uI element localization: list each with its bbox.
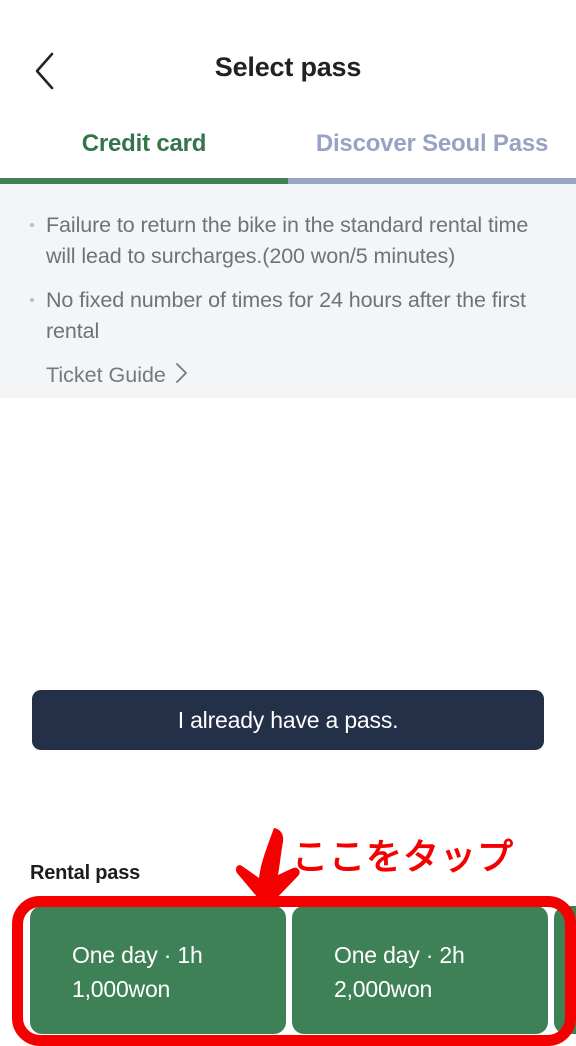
info-bullet: Failure to return the bike in the standa… bbox=[28, 210, 548, 272]
app-header: Select pass bbox=[0, 0, 576, 110]
tab-discover-seoul-pass-label: Discover Seoul Pass bbox=[315, 130, 549, 157]
rental-pass-card-title: One day · 2h bbox=[334, 942, 465, 968]
tab-credit-card-label: Credit card bbox=[81, 130, 207, 157]
tab-bar: Credit card Discover Seoul Pass bbox=[0, 110, 576, 178]
already-have-pass-button[interactable]: I already have a pass. bbox=[32, 690, 544, 750]
info-bullet-text: Failure to return the bike in the standa… bbox=[46, 213, 529, 268]
ticket-guide-label: Ticket Guide bbox=[46, 362, 166, 387]
bullet-dot-icon bbox=[30, 223, 34, 227]
info-bullet-list: Failure to return the bike in the standa… bbox=[28, 210, 548, 347]
rental-pass-card-price: 2,000won bbox=[334, 976, 433, 1002]
tab-underline bbox=[0, 178, 576, 184]
annotation-text: ここをタップ bbox=[292, 837, 515, 878]
bullet-dot-icon bbox=[30, 298, 34, 302]
info-bullet: No fixed number of times for 24 hours af… bbox=[28, 285, 548, 347]
tab-underline-inactive bbox=[288, 178, 576, 184]
rental-pass-card-partial[interactable] bbox=[554, 906, 576, 1034]
ticket-guide-link[interactable]: Ticket Guide bbox=[46, 362, 188, 388]
info-panel: Failure to return the bike in the standa… bbox=[0, 184, 576, 398]
rental-pass-card-price: 1,000won bbox=[72, 976, 171, 1002]
tab-underline-active bbox=[0, 178, 288, 184]
already-have-pass-label: I already have a pass. bbox=[177, 706, 399, 733]
chevron-right-icon bbox=[175, 362, 188, 388]
rental-pass-card-one-day-1h[interactable]: One day · 1h 1,000won bbox=[30, 906, 286, 1034]
tab-credit-card[interactable]: Credit card bbox=[0, 110, 288, 178]
tab-discover-seoul-pass[interactable]: Discover Seoul Pass bbox=[288, 110, 576, 178]
rental-pass-card-list: One day · 1h 1,000won One day · 2h 2,000… bbox=[30, 906, 576, 1034]
page-title: Select pass bbox=[214, 52, 362, 82]
rental-pass-label: Rental pass bbox=[30, 862, 141, 884]
rental-pass-card-title: One day · 1h bbox=[72, 942, 203, 968]
rental-pass-card-one-day-2h[interactable]: One day · 2h 2,000won bbox=[292, 906, 548, 1034]
info-bullet-text: No fixed number of times for 24 hours af… bbox=[46, 288, 526, 343]
